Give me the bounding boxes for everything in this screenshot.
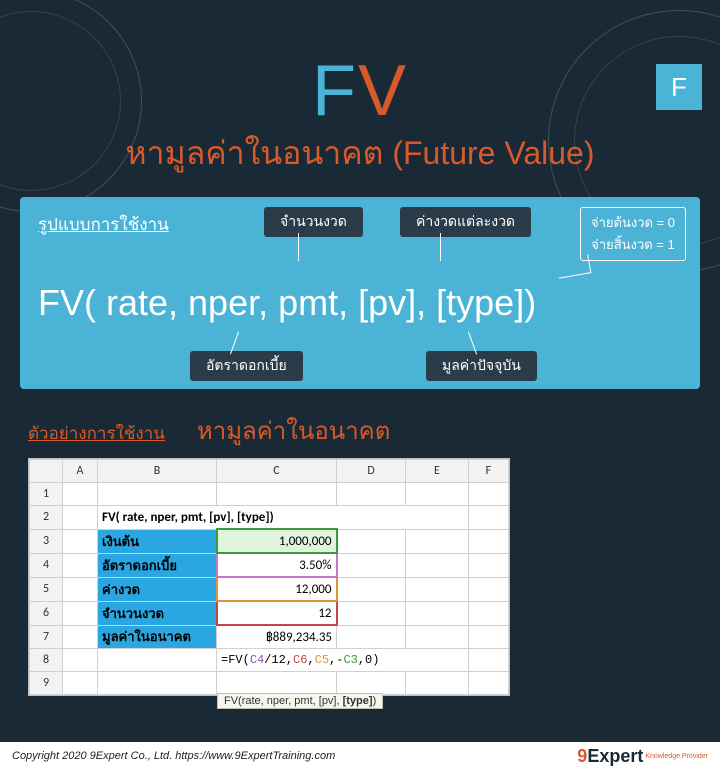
copyright-text: Copyright 2020 9Expert Co., Ltd. https:/…: [12, 750, 335, 762]
brand-logo: 9Expert Knowledge Provider: [577, 746, 708, 767]
decorative-ring-left: [0, 0, 142, 212]
value-fv: ฿889,234.35: [217, 625, 337, 649]
col-B: B: [98, 460, 217, 483]
col-D: D: [337, 460, 406, 483]
type-begin: จ่ายต้นงวด = 0: [591, 212, 675, 234]
title-letter-v: V: [358, 51, 408, 131]
connector-line: [298, 233, 299, 261]
example-label: ตัวอย่างการใช้งาน: [28, 420, 165, 447]
col-C: C: [217, 460, 337, 483]
type-note-box: จ่ายต้นงวด = 0 จ่ายสิ้นงวด = 1: [580, 207, 686, 261]
label-nper: จำนวนงวด: [98, 601, 217, 625]
example-title: หามูลค่าในอนาคต: [197, 411, 390, 450]
value-nper: 12: [217, 601, 337, 625]
col-A: A: [63, 460, 98, 483]
connector-line: [556, 254, 592, 278]
value-principal: 1,000,000: [217, 529, 337, 553]
formula-cell: =FV(C4/12,C6,C5,-C3,0): [217, 649, 469, 672]
example-header: ตัวอย่างการใช้งาน หามูลค่าในอนาคต: [28, 411, 692, 450]
syntax-formula: FV( rate, nper, pmt, [pv], [type]): [38, 282, 682, 324]
label-pmt: ค่างวด: [98, 577, 217, 601]
col-E: E: [406, 460, 469, 483]
syntax-panel: รูปแบบการใช้งาน FV( rate, nper, pmt, [pv…: [20, 197, 700, 389]
col-F: F: [468, 460, 508, 483]
type-end: จ่ายสิ้นงวด = 1: [591, 234, 675, 256]
label-principal: เงินต้น: [98, 529, 217, 553]
column-headers: A B C D E F: [30, 460, 509, 483]
footer: Copyright 2020 9Expert Co., Ltd. https:/…: [0, 742, 720, 770]
tag-pmt: ค่างวดแต่ละงวด: [400, 207, 531, 237]
value-pmt: 12,000: [217, 577, 337, 601]
title-letter-f: F: [312, 51, 358, 131]
connector-line: [440, 233, 441, 261]
tag-rate: อัตราดอกเบี้ย: [190, 351, 303, 381]
value-rate: 3.50%: [217, 553, 337, 577]
sheet-title: FV( rate, nper, pmt, [pv], [type]): [98, 506, 469, 530]
corner-cell: [30, 460, 63, 483]
category-badge: F: [656, 64, 702, 110]
label-fv: มูลค่าในอนาคต: [98, 625, 217, 649]
tag-pv: มูลค่าปัจจุบัน: [426, 351, 537, 381]
label-rate: อัตราดอกเบี้ย: [98, 553, 217, 577]
tag-nper: จำนวนงวด: [264, 207, 363, 237]
formula-tooltip: FV(rate, nper, pmt, [pv], [type]): [217, 693, 383, 709]
spreadsheet: A B C D E F 1 2FV( rate, nper, pmt, [pv]…: [28, 458, 510, 696]
